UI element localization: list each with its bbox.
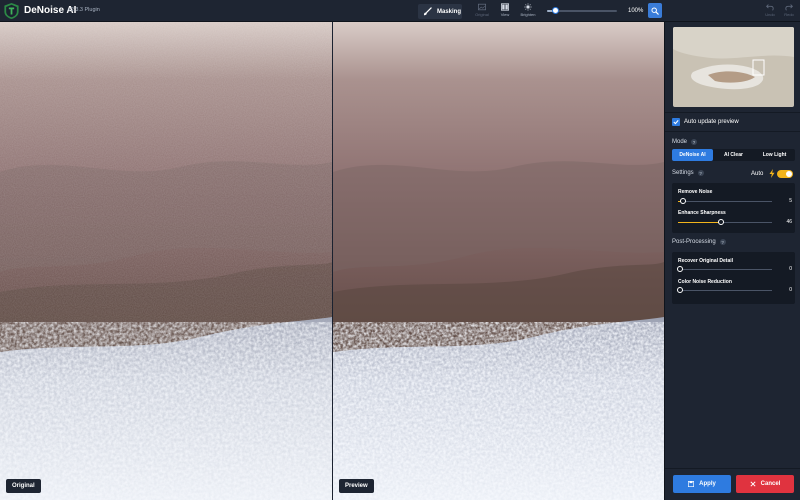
zoom-slider-thumb[interactable] [552, 7, 559, 14]
preview-image-pane[interactable]: Preview [333, 22, 664, 500]
color-noise-reduction-label: Color Noise Reduction [678, 279, 732, 285]
mode-section-label: Mode ? [672, 139, 698, 145]
settings-section-label: Settings ? [672, 170, 704, 176]
zoom-value: 100% [628, 8, 644, 14]
enhance-sharpness-label: Enhance Sharpness [678, 210, 726, 216]
preview-photo-image [333, 22, 664, 500]
original-tag: Original [6, 479, 41, 493]
remove-noise-label: Remove Noise [678, 189, 713, 195]
original-photo-image [0, 22, 332, 500]
enhance-sharpness-slider-thumb[interactable] [718, 219, 724, 225]
save-icon [688, 481, 695, 487]
apply-button[interactable]: Apply [673, 475, 731, 493]
auto-update-label: Auto update preview [684, 119, 739, 125]
masking-label: Masking [437, 8, 462, 15]
recover-original-detail-slider-track[interactable] [678, 269, 772, 270]
divider [665, 468, 800, 469]
settings-label: Settings [672, 170, 694, 176]
checkmark-icon [673, 120, 679, 125]
enhance-sharpness-slider-track[interactable] [678, 222, 772, 223]
settings-sliders-panel: Remove Noise 5 Enhance Sharpness 46 [672, 183, 795, 233]
magnifier-icon [651, 6, 659, 15]
close-icon [750, 481, 756, 487]
settings-sidebar: Auto update preview Mode ? DeNoise AI AI… [664, 22, 800, 500]
post-processing-label: Post-Processing [672, 239, 716, 245]
mode-ai-clear-button[interactable]: AI Clear [713, 149, 754, 161]
post-processing-panel: Recover Original Detail 0 Color Noise Re… [672, 252, 795, 304]
brighten-button[interactable]: Brighten [517, 3, 539, 20]
enhance-sharpness-value: 46 [786, 219, 792, 225]
top-toolbar: DeNoise AI v2.3.3 Plugin Masking Origina… [0, 0, 800, 22]
help-icon[interactable]: ? [697, 170, 704, 176]
color-noise-reduction-slider-track[interactable] [678, 290, 772, 291]
remove-noise-value: 5 [789, 198, 792, 204]
apply-label: Apply [699, 481, 716, 487]
recover-original-detail-slider-thumb[interactable] [677, 266, 683, 272]
original-toggle-label: Original [475, 12, 489, 17]
post-processing-section-label: Post-Processing ? [672, 239, 726, 245]
auto-toggle-switch[interactable] [777, 170, 793, 178]
masking-button[interactable]: Masking [418, 4, 462, 19]
undo-icon [766, 4, 774, 11]
original-toggle-button[interactable]: Original [471, 3, 493, 20]
redo-button[interactable]: Redo [780, 3, 798, 17]
sun-icon [524, 3, 532, 11]
divider [665, 131, 800, 132]
help-icon[interactable]: ? [691, 139, 698, 145]
redo-label: Redo [784, 12, 794, 17]
undo-label: Undo [765, 12, 775, 17]
mode-low-light-button[interactable]: Low Light [754, 149, 795, 161]
split-view-icon [501, 3, 509, 11]
recover-original-detail-label: Recover Original Detail [678, 258, 734, 264]
brighten-label: Brighten [520, 12, 536, 17]
navigator-thumbnail[interactable] [673, 27, 794, 107]
image-icon [478, 3, 486, 11]
navigator-thumbnail-image [673, 27, 794, 107]
mode-label: Mode [672, 139, 688, 145]
color-noise-reduction-slider-thumb[interactable] [677, 287, 683, 293]
enhance-sharpness-slider-fill [678, 222, 721, 223]
remove-noise-slider-thumb[interactable] [680, 198, 686, 204]
zoom-magnify-button[interactable] [648, 3, 662, 18]
redo-icon [785, 4, 793, 11]
brush-icon [423, 7, 432, 16]
app-version: v2.3.3 Plugin [68, 7, 100, 13]
divider [665, 112, 800, 113]
original-image-pane[interactable]: Original [0, 22, 332, 500]
remove-noise-slider-track[interactable] [678, 201, 772, 202]
auto-update-checkbox[interactable] [672, 118, 680, 126]
view-label: View [500, 12, 510, 17]
mode-selector: DeNoise AI AI Clear Low Light [672, 149, 795, 161]
color-noise-reduction-value: 0 [789, 287, 792, 293]
lightning-bolt-icon [769, 169, 775, 178]
undo-button[interactable]: Undo [761, 3, 779, 17]
cancel-label: Cancel [760, 481, 781, 487]
preview-tag: Preview [339, 479, 374, 493]
mode-denoise-ai-button[interactable]: DeNoise AI [672, 149, 713, 161]
recover-original-detail-value: 0 [789, 266, 792, 272]
view-button[interactable]: View [494, 3, 516, 20]
topaz-shield-logo-icon [4, 3, 19, 19]
auto-label: Auto [751, 171, 764, 177]
cancel-button[interactable]: Cancel [736, 475, 794, 493]
help-icon[interactable]: ? [719, 239, 726, 245]
